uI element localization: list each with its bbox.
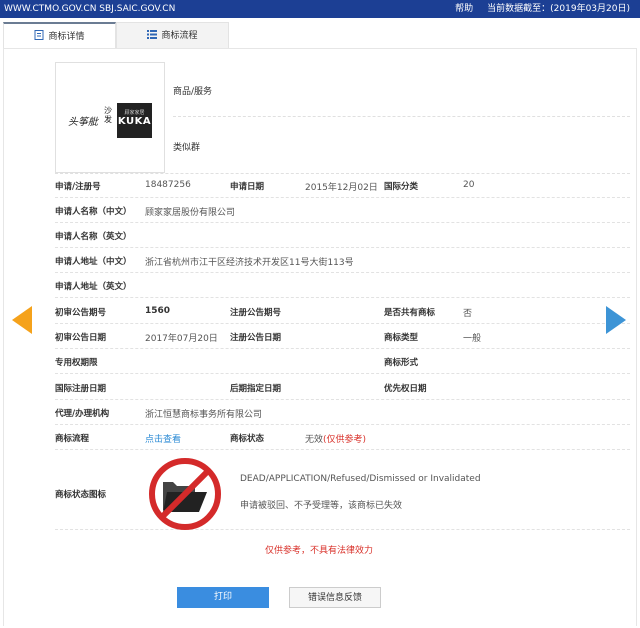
- trademark-image: 头筝舭 沙发 顾家家居 KUKA: [55, 62, 165, 173]
- label: 优先权日期: [384, 384, 427, 394]
- label: 申请人地址（英文）: [55, 282, 132, 292]
- label: 注册公告期号: [230, 308, 282, 318]
- goods-label: 商品/服务: [173, 87, 213, 97]
- label: 国际分类: [384, 182, 419, 192]
- status: 无效: [305, 435, 324, 445]
- divider: [173, 116, 630, 117]
- tab-label: 商标流程: [161, 31, 198, 41]
- label: 专用权期限: [55, 358, 98, 368]
- label: 商标状态图标: [55, 490, 107, 500]
- logo-text-sofa: 沙发: [104, 106, 112, 124]
- row-term: 专用权期限 商标形式: [55, 349, 630, 374]
- label: 申请人名称（英文）: [55, 232, 132, 242]
- label: 申请人地址（中文）: [55, 257, 132, 267]
- tab-trademark-flow[interactable]: 商标流程: [116, 22, 229, 49]
- tab-trademark-details[interactable]: 商标详情: [3, 22, 116, 49]
- row-agent: 代理/办理机构 浙江恒慧商标事务所有限公司: [55, 400, 630, 425]
- label: 商标类型: [384, 333, 419, 343]
- applicant-name-cn: 顾家家居股份有限公司: [145, 208, 236, 218]
- row-prelim-date: 初审公告日期 2017年07月20日 注册公告日期 商标类型 一般: [55, 324, 630, 349]
- intl-class: 20: [463, 180, 475, 190]
- label: 商标状态: [230, 434, 265, 444]
- status-en: DEAD/APPLICATION/Refused/Dismissed or In…: [240, 474, 481, 484]
- kuka-logo: 顾家家居 KUKA: [117, 103, 152, 138]
- feedback-button[interactable]: 错误信息反馈: [289, 587, 381, 608]
- label: 商标形式: [384, 358, 419, 368]
- agent: 浙江恒慧商标事务所有限公司: [145, 410, 263, 420]
- row-status-icon: 商标状态图标 DEAD/APPLICATION/Refused/Dismisse…: [55, 450, 630, 530]
- row-intl-reg: 国际注册日期 后期指定日期 优先权日期: [55, 375, 630, 400]
- row-reg-no: 申请/注册号 18487256 申请日期 2015年12月02日 国际分类 20: [55, 173, 630, 198]
- row-prelim-no: 初审公告期号 1560 注册公告期号 是否共有商标 否: [55, 299, 630, 324]
- logo-text: 头筝舭: [68, 117, 98, 128]
- data-date: 当前数据截至：(2019年03月20日): [487, 4, 630, 14]
- label: 申请人名称（中文）: [55, 207, 132, 217]
- label: 商标流程: [55, 434, 90, 444]
- document-icon: [34, 25, 44, 40]
- prev-arrow-button[interactable]: [12, 306, 32, 334]
- label: 是否共有商标: [384, 308, 436, 318]
- next-arrow-button[interactable]: [606, 306, 626, 334]
- row-addr-cn: 申请人地址（中文） 浙江省杭州市江干区经济技术开发区11号大街113号: [55, 248, 630, 273]
- status-note: (仅供参考): [323, 435, 367, 445]
- trademark-type: 一般: [463, 334, 482, 344]
- row-name-en: 申请人名称（英文）: [55, 223, 630, 248]
- label: 申请/注册号: [55, 182, 101, 192]
- print-button[interactable]: 打印: [177, 587, 269, 608]
- shared: 否: [463, 309, 473, 319]
- label: 代理/办理机构: [55, 409, 110, 419]
- list-icon: [147, 24, 158, 39]
- top-bar: WWW.CTMO.GOV.CN SBJ.SAIC.GOV.CN 帮助 当前数据截至…: [0, 0, 640, 18]
- row-addr-en: 申请人地址（英文）: [55, 273, 630, 298]
- label: 注册公告日期: [230, 333, 282, 343]
- prelim-date: 2017年07月20日: [145, 334, 218, 344]
- tab-label: 商标详情: [48, 32, 85, 42]
- disclaimer: 仅供参考，不具有法律效力: [265, 546, 374, 556]
- logo-small: 顾家家居: [124, 110, 145, 116]
- reg-no: 18487256: [145, 180, 191, 190]
- label: 申请日期: [230, 182, 265, 192]
- prelim-no: 1560: [145, 306, 171, 316]
- logo-brand: KUKA: [117, 116, 152, 127]
- applicant-address-cn: 浙江省杭州市江干区经济技术开发区11号大街113号: [145, 258, 354, 268]
- status-cn: 申请被驳回、不予受理等，该商标已失效: [240, 501, 403, 511]
- label: 初审公告日期: [55, 333, 107, 343]
- label: 初审公告期号: [55, 308, 107, 318]
- row-name-cn: 申请人名称（中文） 顾家家居股份有限公司: [55, 198, 630, 223]
- similar-group-label: 类似群: [173, 143, 201, 153]
- site-url: WWW.CTMO.GOV.CN SBJ.SAIC.GOV.CN: [4, 4, 176, 14]
- help-link[interactable]: 帮助: [455, 4, 473, 14]
- label: 后期指定日期: [230, 384, 282, 394]
- label: 国际注册日期: [55, 384, 107, 394]
- app-date: 2015年12月02日: [305, 183, 378, 193]
- view-flow-link[interactable]: 点击查看: [145, 432, 181, 445]
- row-flow: 商标流程 点击查看 商标状态 无效(仅供参考): [55, 425, 630, 450]
- invalid-status-icon: [149, 458, 221, 530]
